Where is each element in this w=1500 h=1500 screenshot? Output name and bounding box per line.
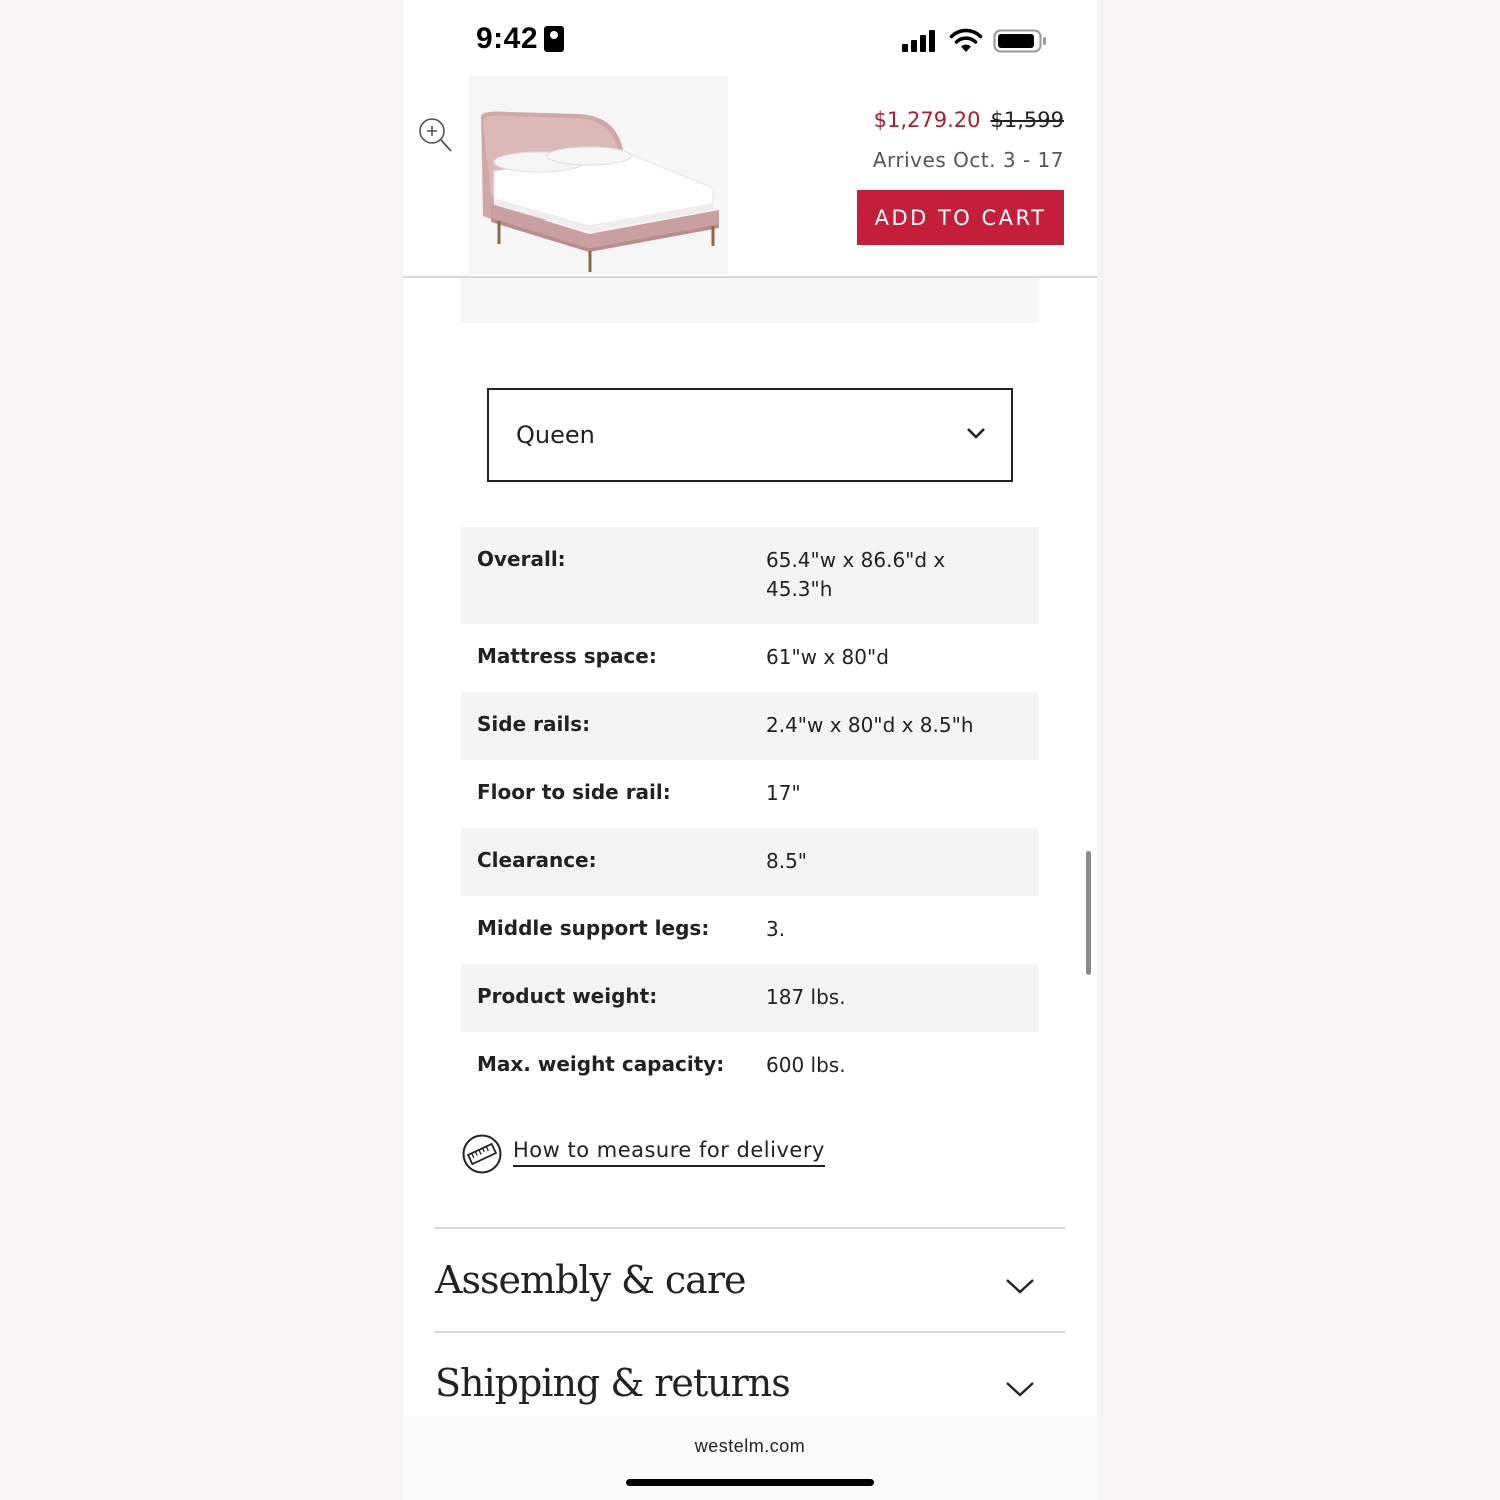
tape-measure-icon xyxy=(462,1134,502,1174)
accordion-shipping-returns[interactable]: Shipping & returns xyxy=(435,1361,791,1405)
table-row: Mattress space: 61"w x 80"d xyxy=(461,624,1039,692)
status-time: 9:42 xyxy=(476,22,565,56)
dimension-value: 2.4"w x 80"d x 8.5"h xyxy=(766,713,974,737)
table-row: Floor to side rail: 17" xyxy=(461,760,1039,828)
dimension-label: Middle support legs: xyxy=(477,916,710,940)
product-image[interactable] xyxy=(469,76,728,275)
dimension-label: Overall: xyxy=(477,547,566,571)
table-row: Clearance: 8.5" xyxy=(461,828,1039,896)
contact-badge-icon xyxy=(544,26,565,52)
dimension-label: Mattress space: xyxy=(477,644,657,668)
dimension-label: Product weight: xyxy=(477,984,658,1008)
accordion-divider xyxy=(435,1331,1065,1333)
arrival-estimate: Arrives Oct. 3 - 17 xyxy=(872,148,1064,172)
chevron-down-icon[interactable] xyxy=(1005,1278,1035,1294)
dimension-value: 65.4"w x 86.6"d x 45.3"h xyxy=(766,548,946,601)
dimension-value: 8.5" xyxy=(766,849,808,873)
price-row: $1,279.20 $1,599 xyxy=(874,108,1064,132)
measure-delivery-link[interactable]: How to measure for delivery xyxy=(513,1138,825,1167)
phone-screen: 9:42 $1,279.20 $1,599 Arrives Oct. 3 - 1… xyxy=(403,0,1097,1500)
browser-url-bar[interactable] xyxy=(403,1416,1097,1500)
battery-icon xyxy=(993,29,1046,53)
table-row: Max. weight capacity: 600 lbs. xyxy=(461,1032,1039,1100)
accordion-divider xyxy=(435,1227,1065,1229)
dimension-value: 3. xyxy=(766,917,786,941)
dimension-label: Max. weight capacity: xyxy=(477,1052,725,1076)
table-row: Product weight: 187 lbs. xyxy=(461,964,1039,1032)
dimension-value: 187 lbs. xyxy=(766,985,846,1009)
zoom-in-icon[interactable] xyxy=(417,116,453,154)
dimension-label: Side rails: xyxy=(477,712,591,736)
table-row: Middle support legs: 3. xyxy=(461,896,1039,964)
accordion-assembly-care[interactable]: Assembly & care xyxy=(435,1258,746,1302)
home-indicator[interactable] xyxy=(626,1479,874,1486)
table-row: Overall: 65.4"w x 86.6"d x 45.3"h xyxy=(461,527,1039,624)
chevron-down-icon xyxy=(967,428,985,439)
status-time-text: 9:42 xyxy=(476,22,539,55)
dimension-value: 600 lbs. xyxy=(766,1053,846,1077)
add-to-cart-button[interactable]: ADD TO CART xyxy=(857,190,1064,245)
cellular-signal-icon xyxy=(902,30,935,52)
dimension-label: Clearance: xyxy=(477,848,597,872)
sale-price: $1,279.20 xyxy=(873,108,981,132)
dimension-value: 61"w x 80"d xyxy=(766,645,889,669)
size-select-value: Queen xyxy=(516,421,595,449)
dimension-value: 17" xyxy=(766,781,801,805)
chevron-down-icon[interactable] xyxy=(1005,1381,1035,1397)
scrollbar[interactable] xyxy=(1086,851,1091,975)
content-gray-block xyxy=(461,278,1039,323)
url-text[interactable]: westelm.com xyxy=(403,1436,1097,1457)
dimensions-table: Overall: 65.4"w x 86.6"d x 45.3"h Mattre… xyxy=(461,527,1039,1100)
wifi-icon xyxy=(949,28,983,52)
original-price: $1,599 xyxy=(990,108,1064,132)
dimension-label: Floor to side rail: xyxy=(477,780,671,804)
table-row: Side rails: 2.4"w x 80"d x 8.5"h xyxy=(461,692,1039,760)
size-select[interactable]: Queen xyxy=(487,388,1013,482)
bed-illustration xyxy=(481,111,719,272)
